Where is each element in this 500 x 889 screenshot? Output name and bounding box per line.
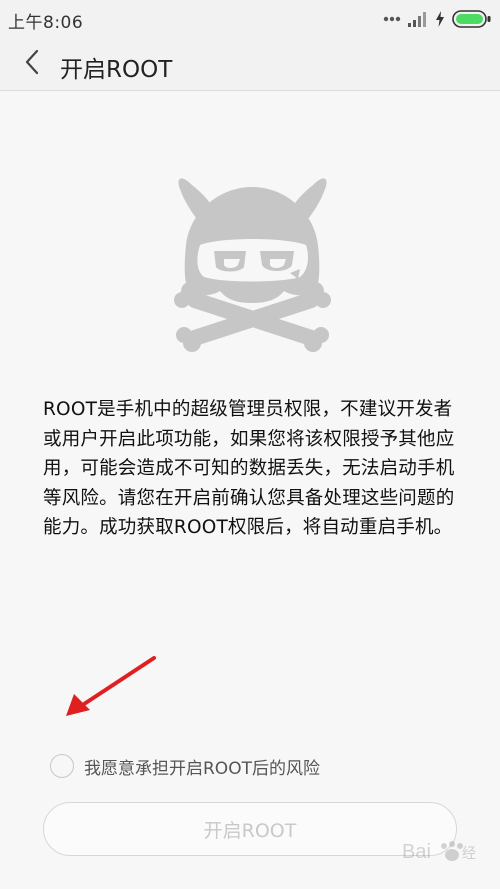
status-time: 上午8:06 [8, 13, 84, 33]
page-title: 开启ROOT [60, 57, 173, 83]
red-arrow-icon [60, 652, 160, 722]
svg-text:Bai: Bai [402, 841, 431, 863]
consent-checkbox-row[interactable]: 我愿意承担开启ROOT后的风险 [50, 752, 320, 780]
status-bar: 上午8:06 [0, 0, 500, 38]
consent-radio[interactable] [50, 754, 74, 778]
signal-icon [408, 11, 428, 27]
charging-icon [435, 11, 445, 27]
enable-root-button[interactable]: 开启ROOT [43, 802, 457, 856]
back-button[interactable] [16, 48, 48, 80]
battery-icon [452, 10, 492, 28]
consent-label: 我愿意承担开启ROOT后的风险 [84, 758, 320, 779]
svg-text:经: 经 [462, 845, 476, 861]
root-settings-screen: 上午8:06 开启ROOT ROOT是手机中的超级管理员权限，不建议开发者或用户… [0, 0, 500, 889]
root-warning-text: ROOT是手机中的超级管理员权限，不建议开发者或用户开启此项功能，如果您将该权限… [43, 399, 455, 538]
status-icons [383, 9, 492, 29]
app-header: 开启ROOT [0, 38, 500, 91]
skull-bunny-icon [170, 165, 335, 355]
chevron-left-icon [24, 49, 40, 79]
more-dots-icon [383, 16, 401, 22]
watermark-logo-icon: Bai 经 [402, 836, 482, 866]
